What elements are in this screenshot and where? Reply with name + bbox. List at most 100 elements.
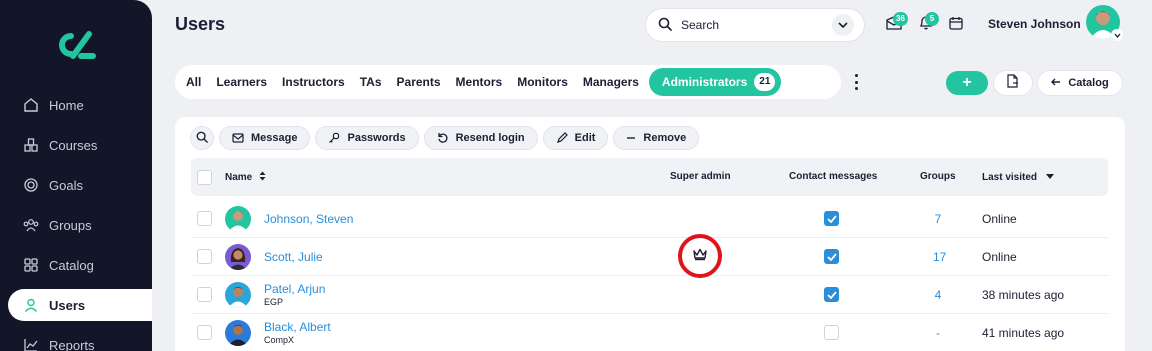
- more-options-icon[interactable]: [851, 74, 861, 90]
- column-contact-messages[interactable]: Contact messages: [789, 171, 877, 182]
- contact-messages-checkbox[interactable]: [824, 211, 839, 226]
- sidebar-item-home[interactable]: Home: [8, 89, 152, 121]
- groups-count-link[interactable]: 4: [933, 288, 943, 302]
- last-visited: 41 minutes ago: [982, 326, 1065, 340]
- messages-count-badge: 36: [893, 12, 908, 26]
- page-title: Users: [175, 14, 226, 34]
- home-icon: [22, 96, 40, 114]
- sidebar-item-label: Goals: [49, 177, 83, 193]
- column-name[interactable]: Name: [225, 171, 266, 184]
- chevron-down-icon[interactable]: [832, 14, 854, 36]
- tab-monitors[interactable]: Monitors: [510, 68, 575, 96]
- sidebar-item-label: Catalog: [49, 257, 94, 273]
- contact-messages-checkbox[interactable]: [824, 249, 839, 264]
- column-name-label: Name: [225, 172, 253, 183]
- bulk-actions-bar: Message Passwords Resend login Edit Remo…: [190, 126, 704, 150]
- sidebar-item-groups[interactable]: Groups: [8, 209, 152, 241]
- table-row[interactable]: Patel, Arjun EGP 4 38 minutes ago: [191, 276, 1108, 314]
- search-icon: [658, 17, 672, 34]
- table-row[interactable]: Black, Albert CompX - 41 minutes ago: [191, 314, 1108, 351]
- passwords-button[interactable]: Passwords: [315, 126, 419, 150]
- remove-button-label: Remove: [643, 132, 687, 144]
- search-button[interactable]: [190, 126, 214, 150]
- tab-tas[interactable]: TAs: [353, 68, 389, 96]
- table-header: Name Super admin Contact messages Groups…: [191, 158, 1108, 196]
- resend-login-button[interactable]: Resend login: [423, 126, 538, 150]
- row-checkbox[interactable]: [197, 287, 212, 302]
- user-branch: EGP: [264, 297, 284, 307]
- tab-all[interactable]: All: [179, 68, 208, 96]
- user-name-link[interactable]: Black, Albert: [264, 320, 331, 334]
- add-user-button[interactable]: +: [946, 71, 988, 95]
- user-icon: [22, 296, 40, 314]
- role-tabs: All Learners Instructors TAs Parents Men…: [175, 65, 841, 99]
- sort-icon: [259, 171, 266, 184]
- message-button[interactable]: Message: [219, 126, 311, 150]
- export-button[interactable]: [994, 71, 1032, 95]
- sidebar-item-label: Home: [49, 97, 84, 113]
- select-all-checkbox[interactable]: [197, 170, 212, 185]
- envelope-icon: [232, 133, 244, 143]
- crown-icon[interactable]: [692, 247, 708, 266]
- user-name-link[interactable]: Scott, Julie: [264, 250, 323, 264]
- message-button-label: Message: [251, 132, 298, 144]
- column-super-admin[interactable]: Super admin: [670, 171, 731, 182]
- chevron-down-icon[interactable]: [1111, 29, 1123, 41]
- column-last-visited[interactable]: Last visited: [982, 171, 1054, 183]
- last-visited: Online: [982, 250, 1017, 264]
- groups-icon: [22, 216, 40, 234]
- edit-button[interactable]: Edit: [542, 126, 609, 150]
- avatar: [225, 206, 251, 232]
- pencil-icon: [556, 132, 568, 144]
- groups-count-link[interactable]: 17: [933, 250, 946, 264]
- sidebar-item-users[interactable]: Users: [8, 289, 152, 321]
- groups-count-link[interactable]: 7: [933, 212, 943, 226]
- tab-managers[interactable]: Managers: [576, 68, 646, 96]
- search-icon: [196, 131, 208, 146]
- avatar: [225, 320, 251, 346]
- calendar-button[interactable]: [947, 16, 965, 34]
- refresh-icon: [437, 132, 449, 144]
- sidebar-item-goals[interactable]: Goals: [8, 169, 152, 201]
- sidebar-item-reports[interactable]: Reports: [8, 329, 152, 351]
- user-name-link[interactable]: Johnson, Steven: [264, 212, 353, 226]
- sidebar-item-courses[interactable]: Courses: [8, 129, 152, 161]
- tab-parents[interactable]: Parents: [390, 68, 448, 96]
- search-input[interactable]: Search: [646, 9, 864, 41]
- user-branch: CompX: [264, 335, 295, 345]
- tab-instructors[interactable]: Instructors: [275, 68, 352, 96]
- avatar: [225, 282, 251, 308]
- groups-count-link[interactable]: -: [933, 326, 943, 340]
- tab-learners[interactable]: Learners: [209, 68, 274, 96]
- row-checkbox[interactable]: [197, 325, 212, 340]
- remove-button[interactable]: Remove: [613, 126, 700, 150]
- sidebar-item-label: Courses: [49, 137, 98, 153]
- reports-icon: [22, 336, 40, 351]
- super-admin-highlight: [678, 234, 722, 278]
- row-checkbox[interactable]: [197, 211, 212, 226]
- column-groups[interactable]: Groups: [920, 171, 956, 182]
- last-visited: 38 minutes ago: [982, 288, 1065, 302]
- contact-messages-checkbox[interactable]: [824, 287, 839, 302]
- resend-login-button-label: Resend login: [455, 132, 525, 144]
- catalog-button-label: Catalog: [1068, 77, 1109, 89]
- table-row[interactable]: Scott, Julie 17 Online: [191, 238, 1108, 276]
- minus-icon: [626, 133, 636, 143]
- calendar-icon: [949, 16, 963, 35]
- goals-icon: [22, 176, 40, 194]
- catalog-button[interactable]: Catalog: [1038, 71, 1122, 95]
- sidebar-item-label: Users: [49, 297, 86, 313]
- row-checkbox[interactable]: [197, 249, 212, 264]
- sidebar-item-catalog[interactable]: Catalog: [8, 249, 152, 281]
- sidebar-item-label: Groups: [49, 217, 92, 233]
- courses-icon: [22, 136, 40, 154]
- user-name-link[interactable]: Patel, Arjun: [264, 282, 325, 296]
- contact-messages-checkbox[interactable]: [824, 325, 839, 340]
- tab-count-badge: 21: [754, 73, 776, 91]
- tab-mentors[interactable]: Mentors: [449, 68, 510, 96]
- catalog-icon: [22, 256, 40, 274]
- tab-administrators[interactable]: Administrators 21: [648, 68, 782, 96]
- app-logo[interactable]: [55, 30, 97, 60]
- table-row[interactable]: Johnson, Steven 7 Online: [191, 200, 1108, 238]
- user-name[interactable]: Steven Johnson: [988, 17, 1081, 31]
